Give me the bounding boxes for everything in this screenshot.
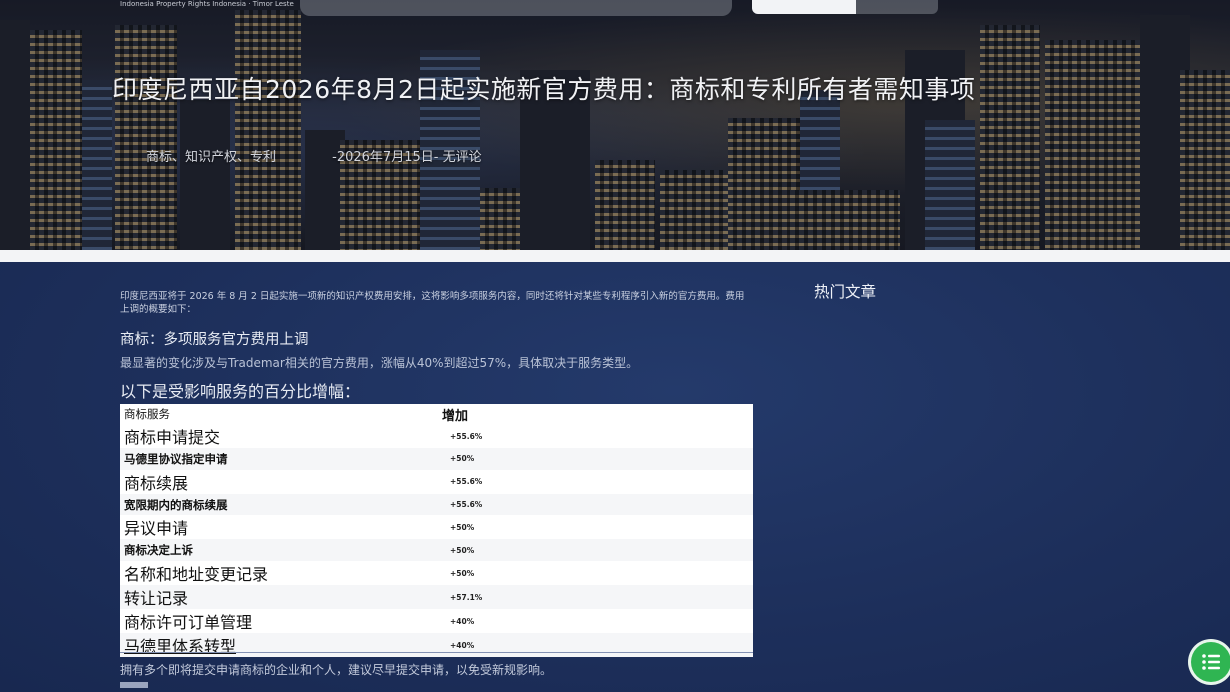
table-row: 商标续展 +55.6% — [120, 470, 753, 494]
table-header-row: 商标服务 增加 — [120, 404, 753, 424]
service-cell: 转让记录 — [120, 585, 438, 610]
increase-cell: +55.6% — [450, 431, 483, 441]
article-meta: 商标、知识产权、专利 -2026年7月15日- 无评论 — [146, 146, 482, 165]
site-logo[interactable]: Indonesia Property Rights Indonesia · Ti… — [120, 0, 294, 8]
column-header-service: 商标服务 — [124, 407, 170, 421]
trademark-paragraph: 最显著的变化涉及与Trademar相关的官方费用，涨幅从40%到超过57%，具体… — [120, 356, 639, 370]
main-content: 印度尼西亚将于 2026 年 8 月 2 日起实施一项新的知识产权费用安排，这将… — [0, 262, 1230, 692]
table-row: 马德里体系转型 +40% — [120, 633, 753, 658]
increase-cell: +57.1% — [438, 585, 753, 610]
article-intro: 印度尼西亚将于 2026 年 8 月 2 日起实施一项新的知识产权费用安排，这将… — [120, 291, 745, 315]
trademark-heading: 商标：多项服务官方费用上调 — [120, 332, 309, 348]
search-input[interactable] — [752, 0, 856, 14]
search-button[interactable] — [856, 0, 938, 14]
toc-button[interactable] — [1191, 642, 1230, 682]
service-cell: 马德里协议指定申请 — [120, 448, 438, 470]
article-date-comments: -2026年7月15日- 无评论 — [332, 150, 482, 165]
increase-cell: +55.6% — [438, 493, 753, 516]
table-row: 商标决定上诉 +50% — [120, 539, 753, 562]
table-row: 名称和地址变更记录 +50% — [120, 561, 753, 585]
percent-heading: 以下是受影响服务的百分比增幅： — [120, 382, 361, 401]
increase-cell: +40% — [450, 616, 475, 626]
table-row: 转让记录 +57.1% — [120, 585, 753, 610]
column-header-increase: 增加 — [442, 408, 469, 424]
service-cell: 商标许可订单管理 — [124, 613, 253, 633]
increase-cell: +50% — [438, 539, 753, 562]
service-cell: 商标决定上诉 — [120, 539, 438, 562]
increase-cell: +40% — [438, 633, 753, 658]
section-divider — [120, 652, 753, 653]
article-outro: 拥有多个即将提交申请商标的企业和个人，建议尽早提交申请，以免受新规影响。 — [120, 663, 553, 677]
service-cell: 名称和地址变更记录 — [124, 565, 269, 585]
article-title: 印度尼西亚自2026年8月2日起实施新官方费用：商标和专利所有者需知事项 — [112, 75, 976, 104]
top-navigation[interactable] — [300, 0, 732, 16]
list-icon — [1202, 654, 1220, 670]
popular-articles-heading: 热门文章 — [814, 283, 877, 301]
increase-cell: +50% — [450, 522, 475, 532]
table-row: 商标许可订单管理 +40% — [120, 609, 753, 633]
fee-increase-table: 商标服务 增加 商标申请提交 +55.6% 马德里协议指定申请 +50% 商标续… — [120, 404, 753, 658]
increase-cell: +55.6% — [450, 477, 483, 487]
service-cell: 商标申请提交 — [124, 428, 221, 447]
hero-overlay — [0, 0, 1230, 250]
service-cell: 商标续展 — [124, 473, 189, 493]
increase-cell: +50% — [438, 448, 753, 470]
table-row: 宽限期内的商标续展 +55.6% — [120, 493, 753, 516]
service-cell: 马德里体系转型 — [120, 633, 438, 658]
divider-bar — [0, 250, 1230, 262]
increase-cell: +50% — [450, 568, 475, 578]
hero-banner: Indonesia Property Rights Indonesia · Ti… — [0, 0, 1230, 250]
article-categories[interactable]: 商标、知识产权、专利 — [146, 150, 276, 165]
table-row: 异议申请 +50% — [120, 515, 753, 539]
table-row: 马德里协议指定申请 +50% — [120, 448, 753, 470]
service-cell: 异议申请 — [124, 519, 189, 539]
table-row: 商标申请提交 +55.6% — [120, 424, 753, 448]
service-cell: 宽限期内的商标续展 — [120, 493, 438, 516]
content-stub — [120, 682, 148, 688]
